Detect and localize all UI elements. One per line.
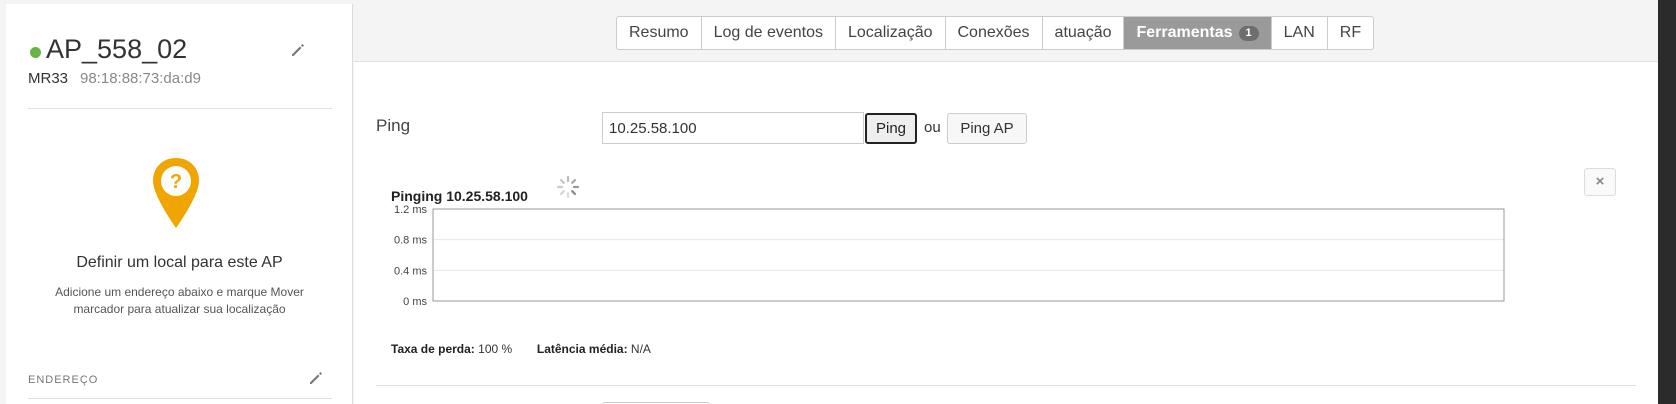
loss-value: 100 % <box>478 342 513 356</box>
ping-latency-chart: 1.2 ms 0.8 ms 0.4 ms 0 ms <box>394 204 1505 308</box>
ping-result-title: Pinging 10.25.58.100 <box>391 188 528 204</box>
tab-label: LAN <box>1283 24 1315 41</box>
status-online-dot <box>30 47 41 58</box>
tab-label: Conexões <box>957 24 1030 41</box>
page: AP_558_02 MR33 98:18:88:73:da:d9 ? Defin… <box>0 0 1658 404</box>
latency-value: N/A <box>630 342 651 356</box>
y-tick-label: 0.4 ms <box>394 265 428 277</box>
tab-badge: 1 <box>1238 26 1259 41</box>
or-text: ou <box>924 119 941 136</box>
tab-log-de-eventos[interactable]: Log de eventos <box>702 17 836 49</box>
location-title: Definir um local para este AP <box>76 254 283 271</box>
tab-label: atuação <box>1054 24 1112 41</box>
y-tick-label: 0.8 ms <box>394 235 428 247</box>
y-tick-label: 1.2 ms <box>394 204 428 216</box>
tab-lan[interactable]: LAN <box>1272 17 1328 49</box>
tab-label: Ferramentas <box>1136 24 1233 41</box>
tab-label: Log de eventos <box>713 24 823 41</box>
ap-model: MR33 <box>28 70 69 87</box>
loading-spinner-icon <box>556 175 580 199</box>
y-tick-label: 0 ms <box>403 296 427 308</box>
location-pin-icon: ? <box>153 158 199 228</box>
tab-resumo[interactable]: Resumo <box>617 17 702 49</box>
tab-conexoes[interactable]: Conexões <box>946 17 1043 49</box>
tab-group: Resumo Log de eventos Localização Conexõ… <box>616 16 1375 50</box>
ap-mac-address: 98:18:88:73:da:d9 <box>80 70 201 87</box>
latency-label: Latência média: <box>536 342 628 356</box>
location-subtitle: Adicione um endereço abaixo e marque Mov… <box>55 285 304 316</box>
divider <box>28 108 332 109</box>
ping-button[interactable]: Ping <box>865 113 917 144</box>
edit-address-pencil-icon[interactable] <box>308 370 324 386</box>
tab-bar: Resumo Log de eventos Localização Conexõ… <box>354 4 1658 62</box>
ping-target-input[interactable] <box>602 112 864 144</box>
ping-stats: Taxa de perda: 100 % Latência média: N/A <box>391 342 651 356</box>
tab-label: Resumo <box>629 24 689 41</box>
tab-ferramentas[interactable]: Ferramentas 1 <box>1124 17 1272 49</box>
close-results-button[interactable]: × <box>1584 168 1616 196</box>
main-content: Resumo Log de eventos Localização Conexõ… <box>354 4 1658 404</box>
tab-localizacao[interactable]: Localização <box>836 17 946 49</box>
ap-name: AP_558_02 <box>46 34 188 64</box>
tab-atuacao[interactable]: atuação <box>1043 17 1125 49</box>
divider <box>28 398 332 399</box>
chart-plot-area <box>432 208 1505 302</box>
tab-label: Localização <box>848 24 933 41</box>
ping-label: Ping <box>376 116 411 135</box>
tab-rf[interactable]: RF <box>1328 17 1373 49</box>
address-label: ENDEREÇO <box>28 374 99 386</box>
edit-name-pencil-icon[interactable] <box>290 42 306 58</box>
svg-text:?: ? <box>170 171 182 193</box>
ping-ap-button[interactable]: Ping AP <box>947 113 1027 144</box>
tab-label: RF <box>1339 24 1362 41</box>
ap-sidebar: AP_558_02 MR33 98:18:88:73:da:d9 ? Defin… <box>6 4 353 404</box>
divider <box>376 385 1636 386</box>
loss-label: Taxa de perda: <box>391 342 475 356</box>
